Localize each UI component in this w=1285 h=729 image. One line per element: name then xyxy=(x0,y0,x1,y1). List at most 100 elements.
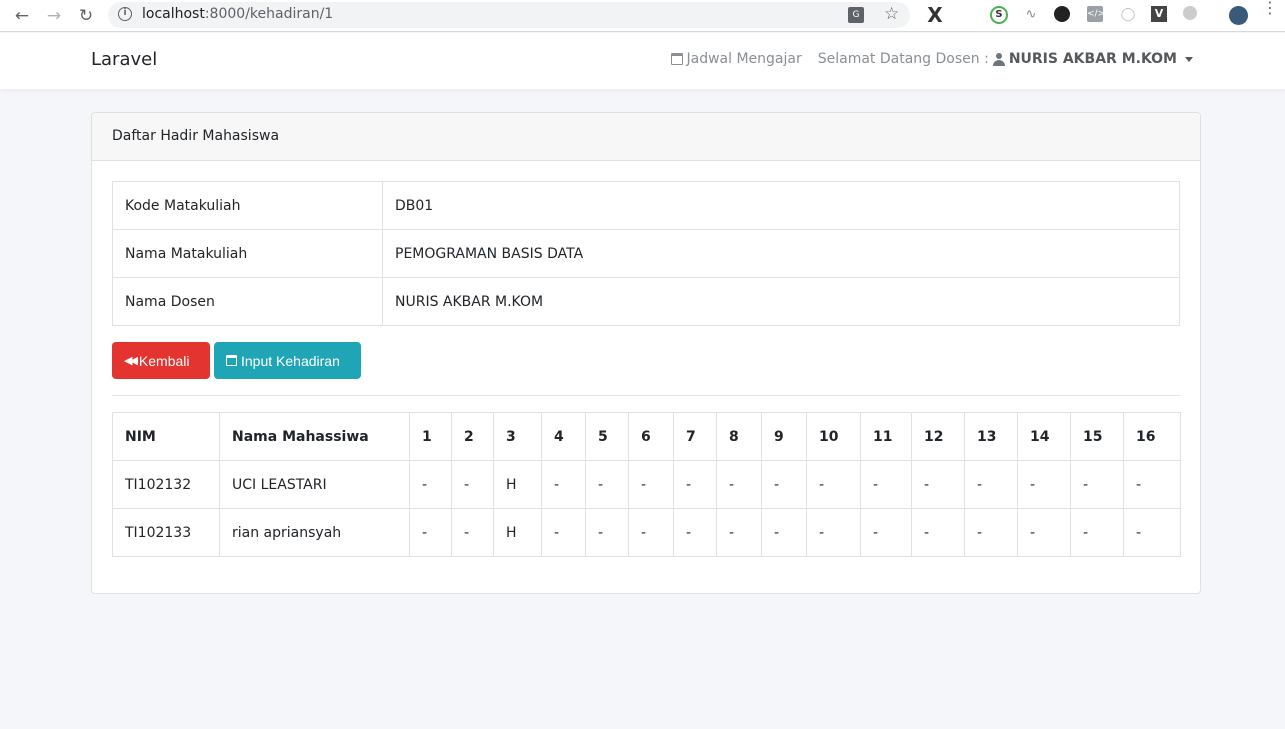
cell-attendance: - xyxy=(409,460,452,509)
cell-attendance: H xyxy=(493,460,542,509)
column-header-meeting: 9 xyxy=(761,412,807,461)
column-header-meeting: 10 xyxy=(806,412,861,461)
extension-lock-icon[interactable]: ◯ xyxy=(1119,6,1137,24)
extension-x-icon[interactable]: X xyxy=(926,5,944,25)
calendar-icon xyxy=(670,53,683,65)
input-attendance-label: Input Kehadiran xyxy=(241,352,340,369)
calendar-icon xyxy=(226,355,237,366)
navbar: Laravel Jadwal Mengajar Selamat Datang D… xyxy=(0,33,1285,89)
cell-attendance: - xyxy=(1123,508,1181,557)
column-header-meeting: 6 xyxy=(628,412,674,461)
address-url[interactable]: localhost:8000/kehadiran/1 xyxy=(142,6,333,22)
info-icon[interactable]: i xyxy=(118,7,132,21)
column-header-meeting: 3 xyxy=(493,412,542,461)
cell-attendance: - xyxy=(964,508,1018,557)
cell-attendance: - xyxy=(628,460,674,509)
info-value: PEMOGRAMAN BASIS DATA xyxy=(382,229,1180,278)
cell-attendance: - xyxy=(1017,508,1071,557)
translate-icon[interactable]: G xyxy=(848,7,864,23)
fast-backward-icon: ◀◀ xyxy=(124,355,138,367)
bookmark-star-icon[interactable]: ☆ xyxy=(884,4,899,24)
address-bar[interactable]: i localhost:8000/kehadiran/1 G ☆ xyxy=(108,2,910,28)
column-header-meeting: 13 xyxy=(964,412,1018,461)
column-header-meeting: 7 xyxy=(673,412,717,461)
cell-nim: TI102133 xyxy=(112,508,220,557)
column-header-meeting: 4 xyxy=(541,412,586,461)
cell-attendance: - xyxy=(716,460,762,509)
cell-attendance: - xyxy=(673,508,717,557)
cell-attendance: - xyxy=(911,460,965,509)
column-header-nim: NIM xyxy=(112,412,220,461)
back-arrow-icon[interactable]: ← xyxy=(12,6,32,26)
cell-attendance: - xyxy=(585,508,629,557)
column-header-meeting: 11 xyxy=(860,412,912,461)
reload-icon[interactable]: ↻ xyxy=(76,6,96,26)
extension-v-icon[interactable]: V xyxy=(1151,6,1167,22)
brand-link[interactable]: Laravel xyxy=(91,49,157,70)
cell-attendance: - xyxy=(451,460,494,509)
cell-attendance: - xyxy=(1017,460,1071,509)
column-header-meeting: 16 xyxy=(1123,412,1181,461)
attendance-table: NIM Nama Mahassiwa 1 2 3 4 5 6 7 8 9 10 11 12 13 14 15 16… xyxy=(112,412,1181,557)
user-name: NURIS AKBAR M.KOM xyxy=(1008,51,1177,67)
cell-attendance: - xyxy=(541,460,586,509)
cell-student-name: UCI LEASTARI xyxy=(219,460,410,509)
cell-student-name: rian apriansyah xyxy=(219,508,410,557)
table-row: TI102133 rian apriansyah - - H - - - - - - - - - - - - - xyxy=(112,508,1181,557)
avatar[interactable] xyxy=(1229,6,1248,25)
extension-s-icon[interactable]: S xyxy=(990,6,1008,24)
extension-circle-icon[interactable] xyxy=(1054,6,1070,22)
cell-attendance: - xyxy=(409,508,452,557)
cell-attendance: - xyxy=(761,508,807,557)
column-header-meeting: 2 xyxy=(451,412,494,461)
course-info-row: Kode Matakuliah DB01 xyxy=(112,181,1180,230)
cell-attendance: - xyxy=(860,460,912,509)
cell-attendance: - xyxy=(806,508,861,557)
cell-attendance: - xyxy=(1123,460,1181,509)
navbar-right: Jadwal Mengajar Selamat Datang Dosen : N… xyxy=(670,51,1193,67)
input-attendance-button[interactable]: Input Kehadiran xyxy=(214,342,361,379)
course-info-row: Nama Dosen NURIS AKBAR M.KOM xyxy=(112,277,1180,326)
cell-attendance: - xyxy=(1070,508,1124,557)
schedule-link[interactable]: Jadwal Mengajar xyxy=(670,51,802,67)
cell-attendance: - xyxy=(806,460,861,509)
extension-code-icon[interactable]: </> xyxy=(1087,6,1105,22)
cell-attendance: - xyxy=(911,508,965,557)
extension-dot-icon[interactable] xyxy=(1183,6,1197,20)
cell-attendance: - xyxy=(541,508,586,557)
course-info-row: Nama Matakuliah PEMOGRAMAN BASIS DATA xyxy=(112,229,1180,278)
column-header-meeting: 12 xyxy=(911,412,965,461)
schedule-link-label: Jadwal Mengajar xyxy=(686,51,802,67)
info-label: Nama Matakuliah xyxy=(112,229,383,278)
forward-arrow-icon[interactable]: → xyxy=(44,6,64,26)
column-header-meeting: 5 xyxy=(585,412,629,461)
table-row: TI102132 UCI LEASTARI - - H - - - - - - - - - - - - - xyxy=(112,460,1181,509)
welcome-text: Selamat Datang Dosen : xyxy=(817,51,989,67)
user-icon xyxy=(992,52,1005,66)
back-button-label: Kembali xyxy=(138,352,190,369)
card-header: Daftar Hadir Mahasiswa xyxy=(92,113,1200,161)
cell-attendance: - xyxy=(761,460,807,509)
column-header-meeting: 15 xyxy=(1070,412,1124,461)
info-label: Kode Matakuliah xyxy=(112,181,383,230)
extension-link-icon[interactable]: ∿ xyxy=(1022,6,1040,24)
info-value: NURIS AKBAR M.KOM xyxy=(382,277,1180,326)
divider xyxy=(112,395,1180,396)
column-header-meeting: 14 xyxy=(1017,412,1071,461)
caret-down-icon xyxy=(1185,56,1193,62)
course-info-table: Kode Matakuliah DB01 Nama Matakuliah PEM… xyxy=(112,181,1180,326)
cell-attendance: - xyxy=(716,508,762,557)
column-header-meeting: 8 xyxy=(716,412,762,461)
browser-toolbar: ← → ↻ i localhost:8000/kehadiran/1 G ☆ X… xyxy=(0,0,1285,32)
cell-nim: TI102132 xyxy=(112,460,220,509)
table-header-row: NIM Nama Mahassiwa 1 2 3 4 5 6 7 8 9 10 11 12 13 14 15 16 xyxy=(112,412,1181,461)
back-button[interactable]: ◀◀ Kembali xyxy=(112,342,210,379)
info-value: DB01 xyxy=(382,181,1180,230)
browser-menu-icon[interactable]: ⋮ xyxy=(1262,0,1278,16)
cell-attendance: - xyxy=(585,460,629,509)
cell-attendance: - xyxy=(1070,460,1124,509)
user-dropdown[interactable]: NURIS AKBAR M.KOM xyxy=(992,51,1193,67)
cell-attendance: - xyxy=(860,508,912,557)
cell-attendance: - xyxy=(451,508,494,557)
column-header-name: Nama Mahassiwa xyxy=(219,412,410,461)
